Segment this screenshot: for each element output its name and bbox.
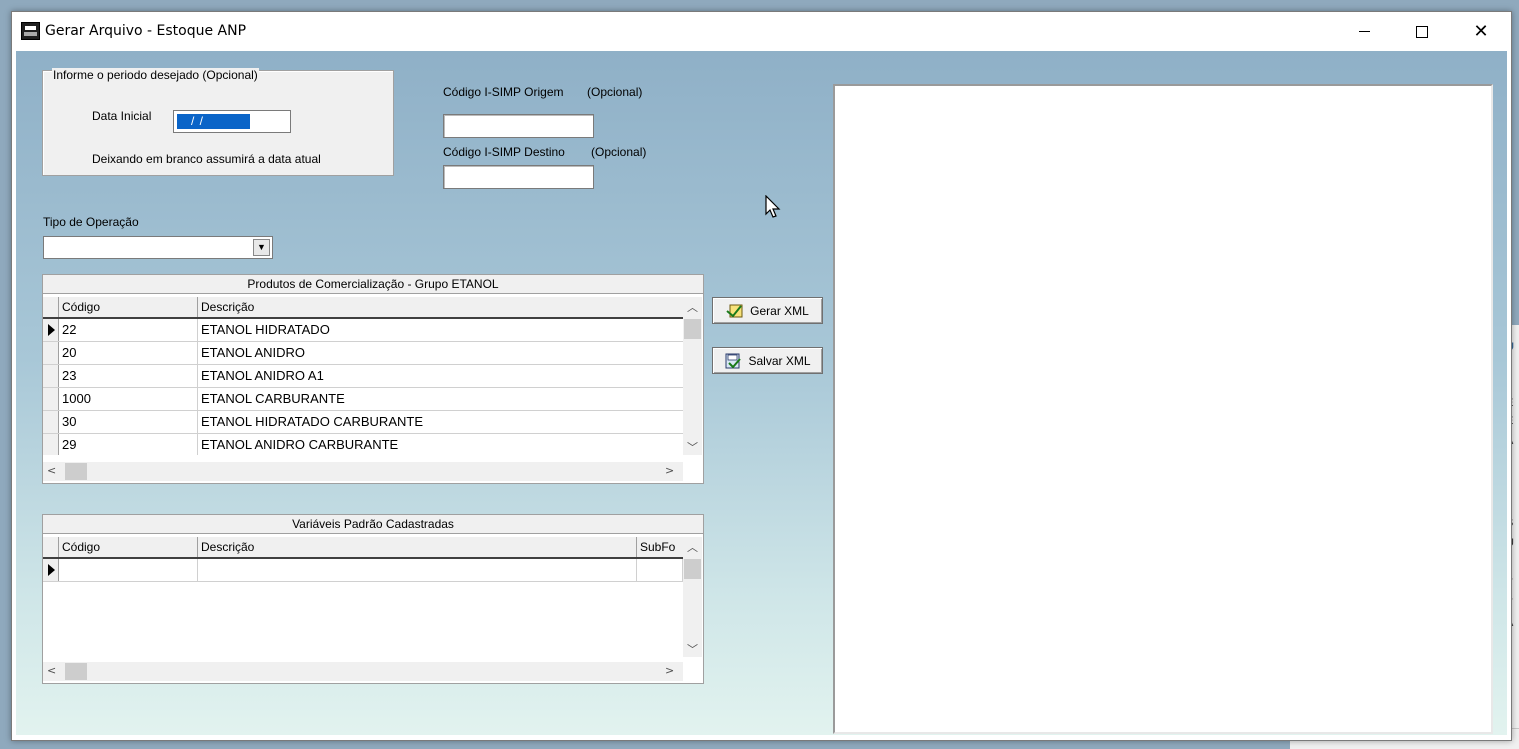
close-button[interactable]: ✕ xyxy=(1452,12,1510,51)
cell-descricao[interactable]: ETANOL HIDRATADO CARBURANTE xyxy=(198,411,683,433)
variaveis-grid-caption: Variáveis Padrão Cadastradas xyxy=(43,515,703,534)
col-subfo[interactable]: SubFo xyxy=(637,537,683,557)
origem-input[interactable] xyxy=(443,114,594,138)
tipo-operacao-label: Tipo de Operação xyxy=(43,215,139,229)
mouse-cursor-icon xyxy=(765,195,781,218)
app-icon xyxy=(21,22,40,40)
produtos-grid-caption: Produtos de Comercialização - Grupo ETAN… xyxy=(43,275,703,294)
origem-label: Código I-SIMP Origem xyxy=(443,85,564,99)
variaveis-grid: Variáveis Padrão Cadastradas Código Desc… xyxy=(42,514,704,684)
salvar-xml-label: Salvar XML xyxy=(748,353,811,368)
variaveis-grid-body xyxy=(43,559,683,655)
row-indicator[interactable] xyxy=(43,319,59,341)
cell-codigo[interactable]: 20 xyxy=(59,342,198,364)
variaveis-hscrollbar[interactable]: < > xyxy=(43,662,683,681)
produtos-grid-header: Código Descrição xyxy=(43,297,683,319)
cell-descricao[interactable]: ETANOL ANIDRO A1 xyxy=(198,365,683,387)
header-indicator xyxy=(43,537,59,557)
cell-descricao[interactable]: ETANOL HIDRATADO xyxy=(198,319,683,341)
table-row[interactable]: 1000 ETANOL CARBURANTE xyxy=(43,388,683,411)
salvar-xml-icon xyxy=(725,353,742,368)
chevron-down-icon: ▼ xyxy=(257,242,266,252)
client-area: Informe o periodo desejado (Opcional) Da… xyxy=(16,51,1507,735)
produtos-grid: Produtos de Comercialização - Grupo ETAN… xyxy=(42,274,704,484)
window-title: Gerar Arquivo - Estoque ANP xyxy=(45,23,247,39)
current-row-arrow-icon xyxy=(48,324,55,336)
xml-output-memo[interactable] xyxy=(833,84,1493,734)
variaveis-grid-header: Código Descrição SubFo xyxy=(43,537,683,559)
maximize-icon xyxy=(1416,25,1428,38)
scroll-up-icon[interactable]: ︿ xyxy=(683,299,702,315)
period-hint: Deixando em branco assumirá a data atual xyxy=(92,152,321,166)
minimize-icon xyxy=(1358,31,1370,32)
cell-codigo[interactable]: 23 xyxy=(59,365,198,387)
row-indicator[interactable] xyxy=(43,342,59,364)
cell-subfo[interactable] xyxy=(637,559,683,581)
scroll-right-icon[interactable]: > xyxy=(665,664,674,677)
header-indicator xyxy=(43,297,59,317)
row-indicator[interactable] xyxy=(43,411,59,433)
salvar-xml-button[interactable]: Salvar XML xyxy=(712,347,823,374)
origem-optional-label: (Opcional) xyxy=(587,85,643,99)
scroll-left-icon[interactable]: < xyxy=(47,664,56,677)
current-row-arrow-icon xyxy=(48,564,55,576)
produtos-vscrollbar[interactable]: ︿ ﹀ xyxy=(683,297,702,455)
table-row[interactable]: 29 ETANOL ANIDRO CARBURANTE xyxy=(43,434,683,455)
cell-codigo[interactable]: 1000 xyxy=(59,388,198,410)
scroll-left-icon[interactable]: < xyxy=(47,464,56,477)
table-row[interactable]: 30 ETANOL HIDRATADO CARBURANTE xyxy=(43,411,683,434)
gerar-xml-button[interactable]: Gerar XML xyxy=(712,297,823,324)
row-indicator[interactable] xyxy=(43,388,59,410)
cell-codigo[interactable] xyxy=(59,559,198,581)
maximize-button[interactable] xyxy=(1393,12,1451,51)
title-bar: Gerar Arquivo - Estoque ANP ✕ xyxy=(12,12,1511,51)
scroll-thumb[interactable] xyxy=(684,319,701,339)
produtos-hscrollbar[interactable]: < > xyxy=(43,462,683,481)
destino-optional-label: (Opcional) xyxy=(591,145,647,159)
col-descricao[interactable]: Descrição xyxy=(198,537,637,557)
tipo-operacao-select[interactable]: ▼ xyxy=(43,236,273,259)
minimize-button[interactable] xyxy=(1335,12,1393,51)
table-row[interactable]: 20 ETANOL ANIDRO xyxy=(43,342,683,365)
scroll-down-icon[interactable]: ﹀ xyxy=(683,439,702,455)
col-descricao[interactable]: Descrição xyxy=(198,297,683,317)
variaveis-vscrollbar[interactable]: ︿ ﹀ xyxy=(683,537,702,657)
gerar-xml-label: Gerar XML xyxy=(750,303,809,318)
table-row[interactable]: 22 ETANOL HIDRATADO xyxy=(43,319,683,342)
destino-label: Código I-SIMP Destino xyxy=(443,145,565,159)
destino-input[interactable] xyxy=(443,165,594,189)
scroll-down-icon[interactable]: ﹀ xyxy=(683,641,702,657)
cell-descricao[interactable] xyxy=(198,559,637,581)
table-row[interactable]: 23 ETANOL ANIDRO A1 xyxy=(43,365,683,388)
cell-codigo[interactable]: 30 xyxy=(59,411,198,433)
cell-descricao[interactable]: ETANOL CARBURANTE xyxy=(198,388,683,410)
cell-descricao[interactable]: ETANOL ANIDRO CARBURANTE xyxy=(198,434,683,455)
row-indicator[interactable] xyxy=(43,365,59,387)
produtos-grid-body: 22 ETANOL HIDRATADO 20 ETANOL ANIDRO 23 ETANO… xyxy=(43,319,683,455)
main-window: Gerar Arquivo - Estoque ANP ✕ Informe o … xyxy=(11,11,1512,741)
period-groupbox: Informe o periodo desejado (Opcional) Da… xyxy=(42,68,394,176)
data-inicial-label: Data Inicial xyxy=(92,109,152,123)
hscroll-thumb[interactable] xyxy=(65,663,87,680)
cell-descricao[interactable]: ETANOL ANIDRO xyxy=(198,342,683,364)
cell-codigo[interactable]: 22 xyxy=(59,319,198,341)
data-inicial-value: / / xyxy=(177,114,250,129)
scroll-thumb[interactable] xyxy=(684,559,701,579)
scroll-up-icon[interactable]: ︿ xyxy=(683,539,702,555)
col-codigo[interactable]: Código xyxy=(59,297,198,317)
data-inicial-input[interactable]: / / xyxy=(173,110,291,133)
col-codigo[interactable]: Código xyxy=(59,537,198,557)
close-icon: ✕ xyxy=(1473,20,1489,42)
hscroll-thumb[interactable] xyxy=(65,463,87,480)
row-indicator[interactable] xyxy=(43,434,59,455)
row-indicator[interactable] xyxy=(43,559,59,581)
table-row[interactable] xyxy=(43,559,683,582)
scroll-right-icon[interactable]: > xyxy=(665,464,674,477)
gerar-xml-icon xyxy=(726,304,743,317)
tipo-operacao-dropdown-button[interactable]: ▼ xyxy=(253,239,270,256)
period-legend: Informe o periodo desejado (Opcional) xyxy=(52,68,259,82)
cell-codigo[interactable]: 29 xyxy=(59,434,198,455)
